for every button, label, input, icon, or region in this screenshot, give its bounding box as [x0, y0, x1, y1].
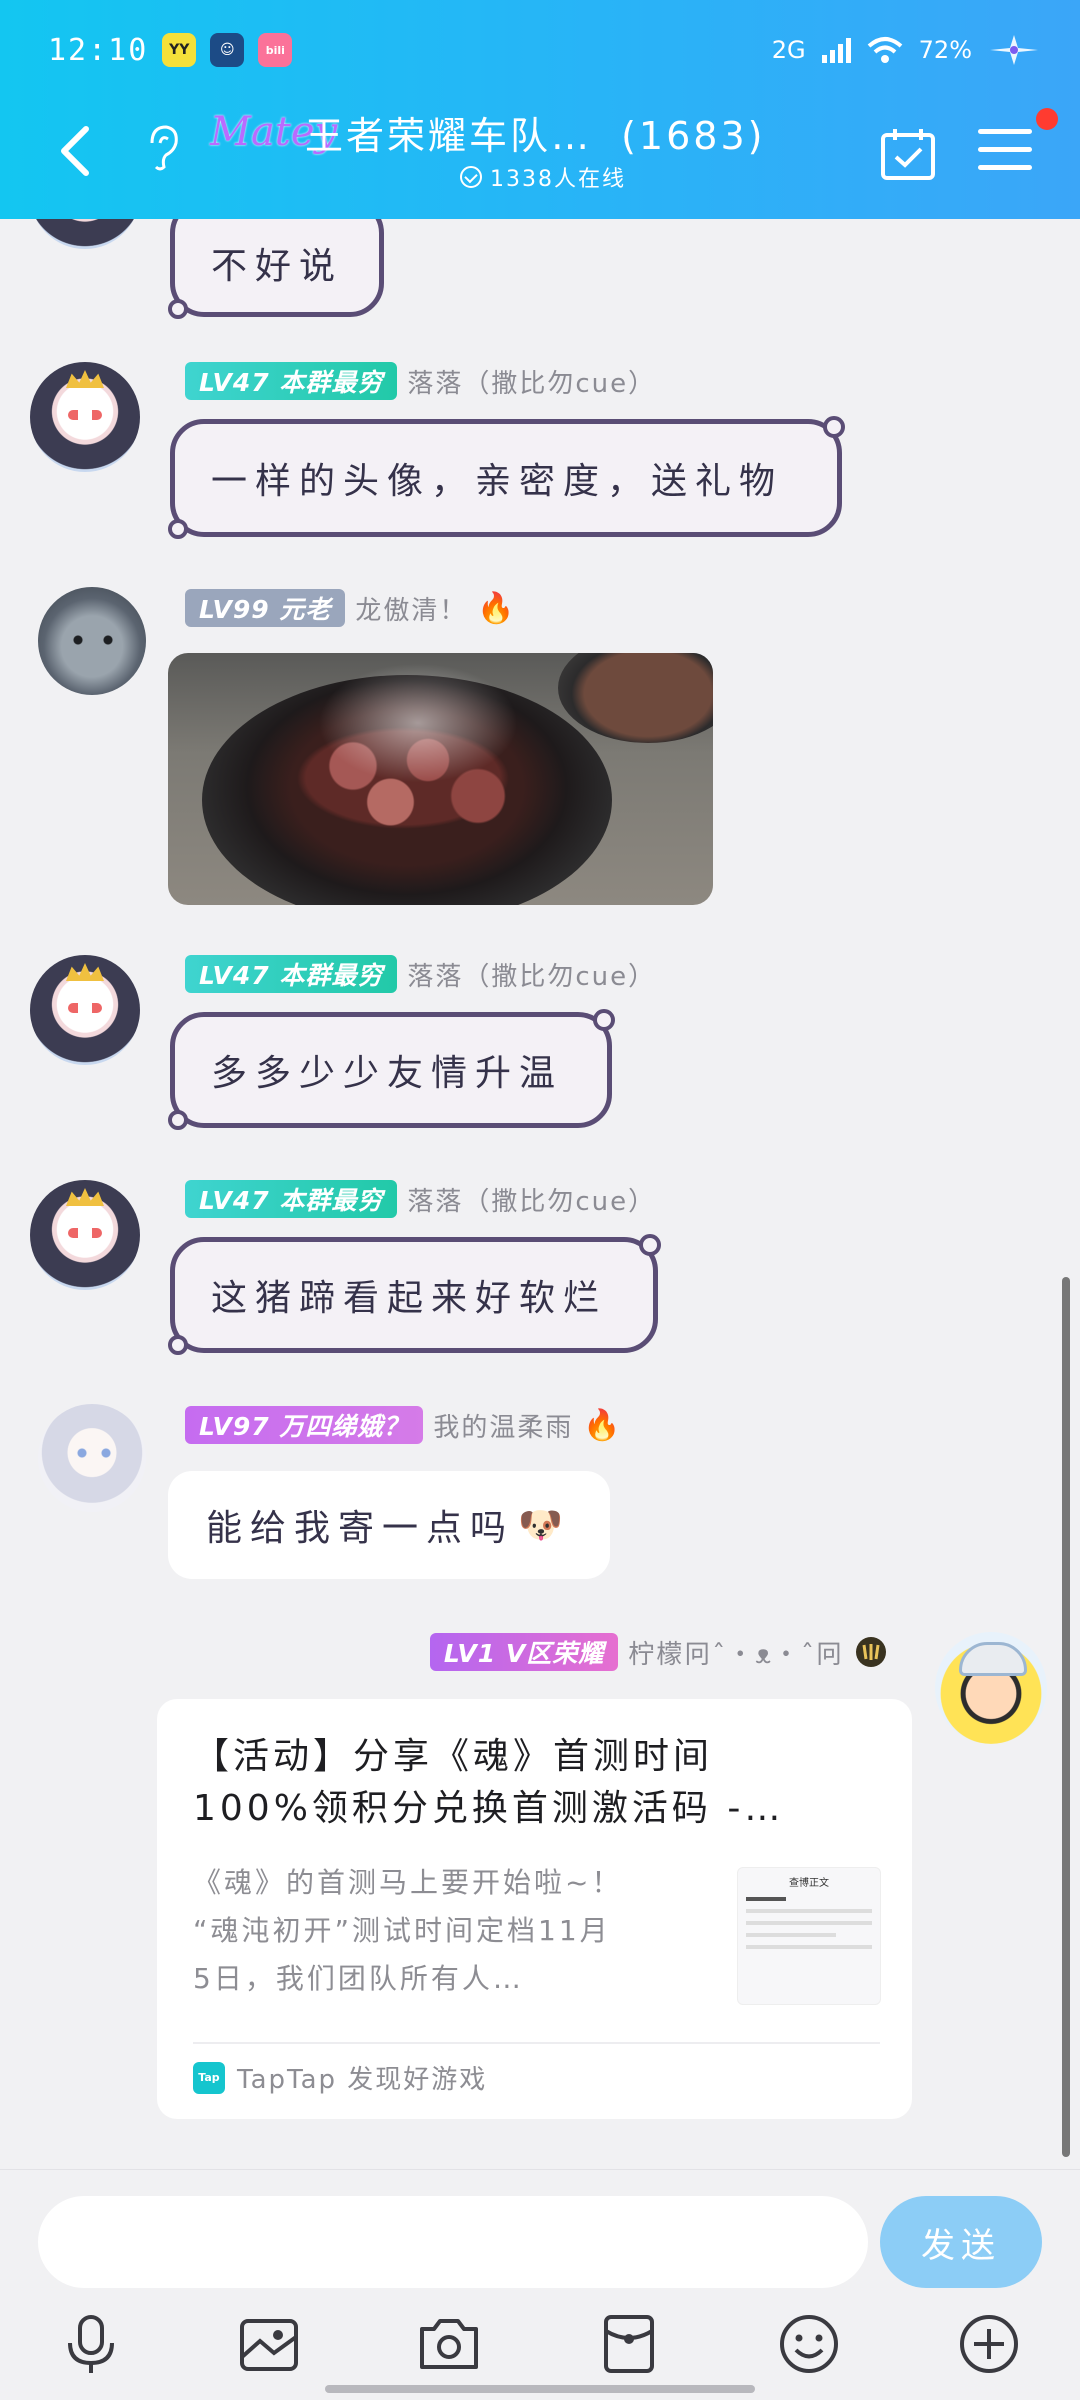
avatar[interactable]	[30, 955, 140, 1065]
message-text: 不好说	[211, 246, 344, 287]
message-bubble[interactable]: 一样的头像，亲密度，送礼物	[168, 416, 845, 539]
level-badge: LV47 本群最穷	[185, 955, 398, 993]
status-time: 12:10	[48, 32, 149, 68]
member-count: (1683)	[621, 114, 766, 158]
shared-link-card[interactable]: 【活动】分享《魂》首测时间 100%领积分兑换首测激活码 -… 《魂》的首测马上…	[157, 1699, 912, 2119]
message-bubble[interactable]: 能给我寄一点吗 🐶	[168, 1471, 610, 1579]
microphone-icon[interactable]	[58, 2311, 124, 2377]
sender-name[interactable]: 落落（撒比勿cue）	[407, 956, 656, 993]
online-check-icon	[460, 166, 482, 188]
message-bubble[interactable]: 多多少少友情升温	[168, 1009, 615, 1130]
sender-info: LV47 本群最穷 落落（撒比勿cue）	[185, 955, 656, 993]
taptap-logo-icon: Tap	[193, 2061, 225, 2094]
message-text: 能给我寄一点吗	[206, 1508, 515, 1549]
chat-messages[interactable]: 不好说 LV47 本群最穷 落落（撒比勿cue） 一样的头像，亲密度，送礼物 L…	[0, 219, 1080, 2169]
flame-icon: 🔥	[583, 1407, 621, 1443]
chat-header: 12:10 YY ☺ bili 2G 72% Matey 王者荣耀车队… (16…	[0, 0, 1080, 219]
card-title: 【活动】分享《魂》首测时间 100%领积分兑换首测激活码 -…	[193, 1736, 785, 1829]
card-source: Tap TapTap 发现好游戏	[193, 2059, 487, 2096]
level-badge: LV1 V区荣耀	[429, 1633, 619, 1671]
gallery-icon[interactable]	[236, 2311, 302, 2377]
avatar[interactable]	[30, 219, 140, 249]
group-name: 王者荣耀车队…	[305, 114, 593, 158]
sender-info: LV47 本群最穷 落落（撒比勿cue）	[185, 362, 656, 400]
status-bar: 12:10 YY ☺ bili 2G 72%	[48, 28, 1040, 72]
sender-name[interactable]: 柠檬冋ˆ・ᴥ・ˆ冋	[628, 1634, 844, 1671]
red-packet-icon[interactable]	[596, 2311, 662, 2377]
online-count: 1338人在线	[460, 161, 626, 193]
message-bubble[interactable]: 不好说	[167, 219, 385, 319]
avatar[interactable]	[38, 1404, 146, 1512]
back-button[interactable]	[52, 123, 100, 179]
card-divider	[193, 2042, 880, 2044]
message-text: 这猪蹄看起来好软烂	[211, 1278, 608, 1319]
level-badge: LV97 万四绨娥？	[185, 1406, 424, 1444]
signal-icon	[821, 37, 851, 63]
sender-name[interactable]: 我的温柔雨	[433, 1407, 573, 1444]
sender-info: LV97 万四绨娥？ 我的温柔雨 🔥	[185, 1406, 621, 1444]
message-input[interactable]	[38, 2196, 868, 2288]
calendar-check-button[interactable]	[880, 127, 936, 181]
pig-trotters-in-wok-photo[interactable]	[168, 653, 713, 905]
avatar[interactable]	[38, 587, 146, 695]
sender-name[interactable]: 龙傲清！	[355, 590, 467, 627]
send-button[interactable]: 发送	[880, 2196, 1042, 2288]
wifi-icon	[867, 37, 902, 63]
sender-info: LV1 V区荣耀 柠檬冋ˆ・ᴥ・ˆ冋	[429, 1633, 888, 1671]
sender-info: LV47 本群最穷 落落（撒比勿cue）	[185, 1180, 656, 1218]
emoji-icon[interactable]	[776, 2311, 842, 2377]
dog-emoji-icon: 🐶	[518, 1505, 571, 1546]
group-title[interactable]: 王者荣耀车队… (1683)	[305, 105, 765, 160]
flame-icon: 🔥	[477, 590, 515, 626]
level-badge: LV99 元老	[185, 589, 346, 627]
network-type: 2G	[771, 36, 806, 64]
sender-name[interactable]: 落落（撒比勿cue）	[407, 363, 656, 400]
card-description: 《魂》的首测马上要开始啦~！ “魂沌初开”测试时间定档11月 5日，我们团队所有…	[193, 1866, 623, 1995]
scrollbar[interactable]	[1062, 1277, 1070, 2157]
crayon-shin-chan-avatar[interactable]	[935, 1632, 1047, 1744]
sparkle-icon	[990, 35, 1038, 65]
ear-icon[interactable]	[142, 123, 182, 173]
plus-icon[interactable]	[956, 2311, 1022, 2377]
bilibili-app-icon: bili	[258, 33, 293, 67]
battery-level: 72%	[918, 36, 972, 64]
avatar[interactable]	[30, 362, 140, 472]
menu-button[interactable]	[978, 129, 1032, 179]
online-text: 1338人在线	[490, 167, 626, 192]
level-badge: LV47 本群最穷	[185, 1180, 398, 1218]
yy-app-icon: YY	[162, 33, 197, 67]
level-badge: LV47 本群最穷	[185, 362, 398, 400]
emoji-app-icon: ☺	[210, 33, 245, 67]
input-bar: 发送	[0, 2169, 1080, 2299]
notification-dot	[1036, 108, 1058, 130]
sender-info: LV99 元老 龙傲清！ 🔥	[185, 589, 515, 627]
message-bubble[interactable]: 这猪蹄看起来好软烂	[168, 1234, 661, 1355]
home-indicator[interactable]	[325, 2385, 755, 2393]
nav-row: Matey 王者荣耀车队… (1683) 1338人在线	[0, 105, 1080, 195]
card-thumbnail: 查博正文	[737, 1867, 881, 2005]
message-text: 一样的头像，亲密度，送礼物	[211, 461, 784, 502]
camera-icon[interactable]	[416, 2311, 482, 2377]
avatar[interactable]	[30, 1180, 140, 1290]
rank-crest-icon	[856, 1637, 886, 1667]
message-text: 多多少少友情升温	[211, 1053, 564, 1094]
card-source-text: TapTap 发现好游戏	[237, 2065, 488, 2095]
sender-name[interactable]: 落落（撒比勿cue）	[407, 1181, 656, 1218]
